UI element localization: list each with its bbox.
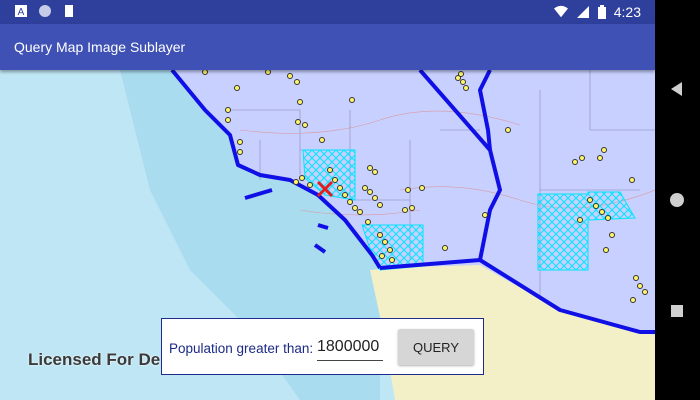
svg-text:A: A [18, 7, 25, 18]
app-bar: Query Map Image Sublayer [0, 24, 655, 70]
navigation-bar [655, 0, 700, 400]
text-notification-icon: A [15, 5, 27, 18]
population-input[interactable] [317, 334, 383, 361]
home-icon[interactable] [668, 191, 686, 209]
battery-icon [597, 5, 606, 19]
clock: 4:23 [613, 4, 641, 20]
wifi-icon [553, 5, 568, 18]
recents-icon[interactable] [668, 302, 686, 320]
circle-notification-icon [39, 5, 51, 17]
app-title: Query Map Image Sublayer [14, 39, 186, 55]
population-label: Population greater than: [169, 341, 314, 356]
back-icon[interactable] [668, 80, 686, 98]
license-watermark: Licensed For De [28, 350, 161, 369]
device-screen: Licensed For De Population greater than:… [0, 0, 655, 400]
sd-card-icon [65, 5, 73, 17]
query-button[interactable]: QUERY [398, 329, 474, 365]
status-bar: A 4:23 [0, 0, 655, 24]
query-panel: Population greater than: QUERY [161, 318, 484, 375]
signal-icon [576, 6, 589, 18]
